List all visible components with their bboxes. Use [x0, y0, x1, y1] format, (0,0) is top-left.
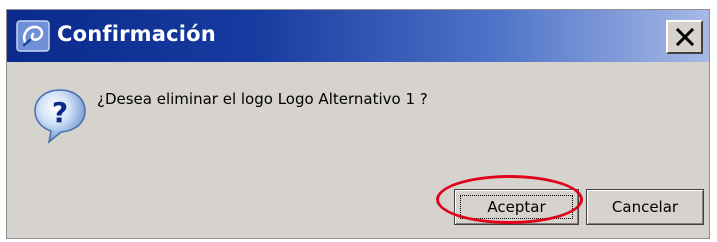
- focus-rectangle: [460, 195, 573, 219]
- question-mark-icon: ?: [34, 89, 86, 144]
- svg-text:?: ?: [52, 96, 68, 129]
- accept-button[interactable]: Aceptar: [454, 189, 579, 225]
- dialog-title: Confirmación: [57, 22, 216, 46]
- cancel-button-label: Cancelar: [611, 198, 679, 216]
- cancel-button[interactable]: Cancelar: [586, 189, 704, 225]
- confirmation-dialog: Confirmación ? ¿Desea eliminar el logo L…: [6, 9, 710, 239]
- app-logo-icon: [16, 20, 50, 52]
- confirmation-message: ¿Desea eliminar el logo Logo Alternativo…: [97, 90, 428, 108]
- close-button[interactable]: [666, 20, 703, 54]
- close-icon: [675, 28, 694, 46]
- title-bar[interactable]: Confirmación: [7, 10, 709, 62]
